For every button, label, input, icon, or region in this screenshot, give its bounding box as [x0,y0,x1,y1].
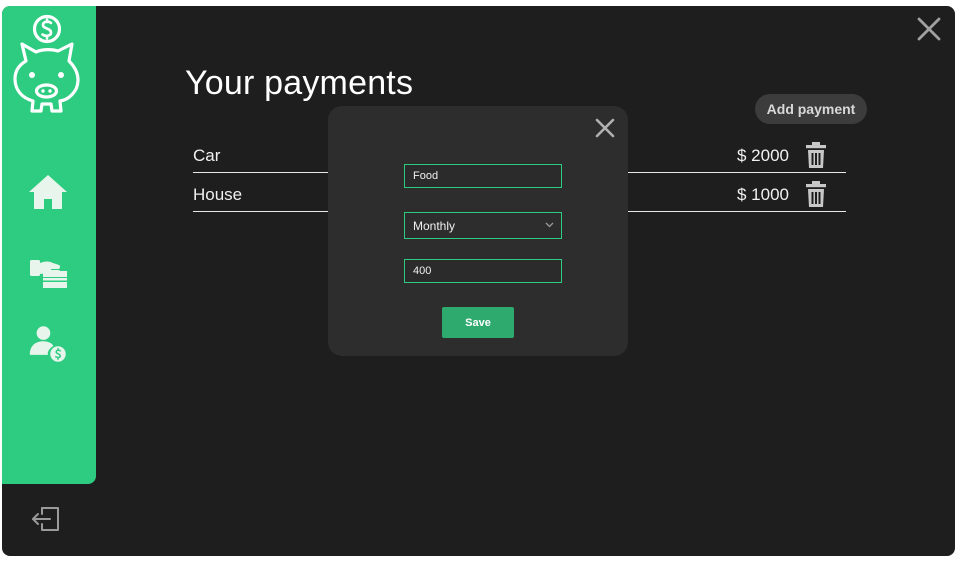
sidebar-item-account[interactable] [26,324,70,364]
chevron-down-icon [545,222,554,228]
payment-name: Car [193,146,221,165]
payment-name-input[interactable] [404,164,562,188]
app-window: Your payments Add payment Car $ 2000 Hou… [2,6,955,556]
payment-amount-input[interactable] [404,259,562,283]
payment-name: House [193,185,243,204]
logout-icon[interactable] [30,504,64,534]
piggy-bank-logo-icon [13,14,80,113]
sidebar-item-payments[interactable] [26,251,70,291]
add-payment-button[interactable]: Add payment [755,94,867,124]
frequency-select-value: Monthly [413,218,456,233]
payment-amount: $ 1000 [737,185,789,204]
close-dialog-icon[interactable] [594,117,616,139]
save-button[interactable]: Save [442,307,514,338]
delete-payment-trash-icon[interactable] [805,142,827,168]
frequency-select[interactable]: Monthly [404,212,562,239]
sidebar [2,6,96,484]
close-window-icon[interactable] [916,16,942,42]
page-title: Your payments [185,64,414,102]
payment-amount: $ 2000 [737,146,789,165]
delete-payment-trash-icon[interactable] [805,181,827,207]
sidebar-item-home[interactable] [26,172,70,212]
add-payment-dialog: Monthly Save [328,106,628,356]
